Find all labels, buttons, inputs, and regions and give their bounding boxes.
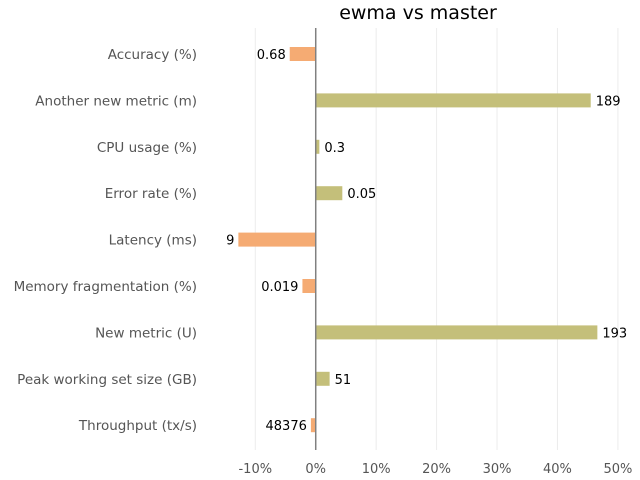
- bar-value-label: 0.68: [257, 48, 286, 63]
- bar-value-label: 51: [335, 373, 352, 388]
- bar: [315, 186, 343, 201]
- bar-value-label: 0.019: [261, 280, 298, 295]
- x-tick-label: 30%: [483, 462, 512, 477]
- chart-title: ewma vs master: [339, 2, 497, 24]
- category-label: Accuracy (%): [108, 47, 197, 63]
- category-label: Throughput (tx/s): [78, 418, 197, 434]
- category-label: Peak working set size (GB): [17, 372, 197, 388]
- bar: [238, 232, 316, 247]
- x-tick-label: 0%: [305, 462, 326, 477]
- bar-value-label: 189: [596, 94, 621, 109]
- bar-chart: ewma vs master Accuracy (%) Another new m…: [14, 2, 633, 477]
- bar: [315, 93, 591, 108]
- category-label: CPU usage (%): [97, 140, 197, 156]
- bar-value-label: 193: [602, 326, 627, 341]
- category-labels: Accuracy (%) Another new metric (m) CPU us…: [14, 47, 197, 434]
- x-tick-label: 40%: [543, 462, 572, 477]
- bar: [315, 325, 598, 340]
- category-label: New metric (U): [95, 325, 197, 341]
- bars: [238, 47, 598, 433]
- category-label: Another new metric (m): [35, 93, 197, 109]
- x-tick-label: 10%: [362, 462, 391, 477]
- category-label: Latency (ms): [109, 233, 197, 249]
- bar-value-label: 9: [226, 234, 234, 249]
- x-tick-labels: -10% 0% 10% 20% 30% 40% 50%: [238, 462, 632, 477]
- bar-value-label: 0.05: [347, 187, 376, 202]
- x-tick-label: 20%: [422, 462, 451, 477]
- category-label: Error rate (%): [105, 186, 197, 202]
- x-tick-label: -10%: [238, 462, 272, 477]
- category-label: Memory fragmentation (%): [14, 279, 197, 295]
- x-tick-label: 50%: [603, 462, 632, 477]
- bar-value-label: 48376: [266, 419, 307, 434]
- bar: [315, 371, 330, 386]
- bar: [289, 47, 316, 61]
- bar: [302, 279, 316, 293]
- bar-value-label: 0.3: [324, 141, 345, 156]
